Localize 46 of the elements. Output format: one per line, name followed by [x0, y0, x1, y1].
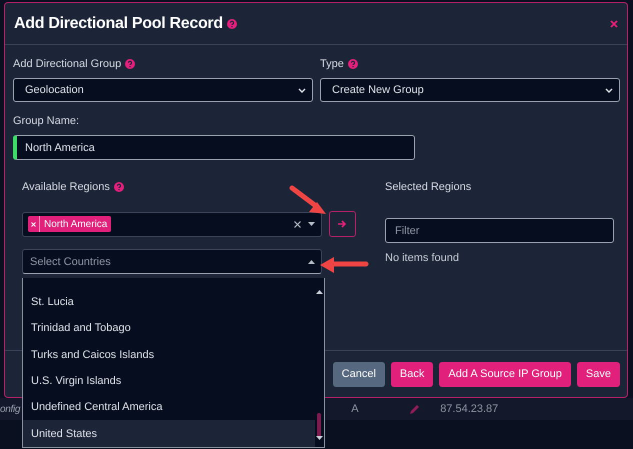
table-cell-text: A — [351, 403, 360, 415]
country-option[interactable]: Undefined Central America — [23, 394, 315, 420]
table-cell: onfig — [0, 404, 20, 414]
help-icon[interactable] — [226, 18, 237, 28]
dialog-button[interactable]: Cancel — [332, 362, 385, 386]
country-option[interactable]: Trinidad and Tobago — [23, 315, 315, 342]
annotation-arrow — [320, 257, 368, 273]
field-label: Type — [320, 58, 344, 70]
help-icon[interactable] — [114, 182, 124, 192]
dialog-button[interactable]: Back — [390, 362, 434, 386]
arrow-right-icon — [338, 220, 347, 228]
caret-icon — [308, 222, 315, 226]
close-icon[interactable] — [610, 20, 618, 28]
remove-tag-button[interactable] — [28, 216, 40, 232]
region-tag: North America — [28, 216, 112, 232]
chevron-icon — [298, 88, 306, 92]
chevron-icon — [605, 88, 613, 92]
countries-select[interactable]: Select Countries — [22, 249, 322, 274]
regions-multiselect[interactable]: North America — [22, 212, 322, 236]
close-icon — [31, 222, 36, 226]
filter-field[interactable]: Filter — [385, 218, 614, 243]
country-option[interactable]: Turks and Caicos Islands — [23, 342, 315, 368]
dialog-button[interactable]: Save — [576, 362, 620, 386]
empty-message: No items found — [385, 252, 460, 264]
caret-icon — [316, 290, 323, 294]
pencil-icon[interactable] — [409, 404, 420, 414]
dialog-title: Add Directional Pool Record — [14, 14, 223, 32]
table-cell-text: 87.54.23.87 — [440, 403, 500, 415]
move-right-button[interactable] — [329, 211, 356, 237]
section-label: Selected Regions — [385, 181, 472, 193]
group-name-field[interactable]: North America — [13, 135, 415, 160]
caret-icon — [308, 260, 315, 264]
caret-icon — [316, 436, 323, 440]
country-option[interactable]: St. Lucia — [23, 289, 315, 316]
country-option[interactable]: U.S. Virgin Islands — [23, 368, 315, 394]
field-label: Group Name: — [13, 115, 80, 127]
type-select[interactable]: Create New Group — [320, 78, 620, 102]
field-label: Add Directional Group — [13, 58, 122, 70]
annotation-arrow — [290, 186, 326, 214]
help-icon[interactable] — [125, 59, 136, 69]
section-label: Available Regions — [22, 181, 110, 193]
country-option[interactable]: United States — [23, 420, 315, 447]
dialog-button[interactable]: Add A Source IP Group — [439, 362, 571, 386]
help-icon[interactable] — [348, 59, 358, 69]
clear-icon[interactable] — [294, 220, 301, 228]
group-select[interactable]: Geolocation — [13, 78, 313, 102]
